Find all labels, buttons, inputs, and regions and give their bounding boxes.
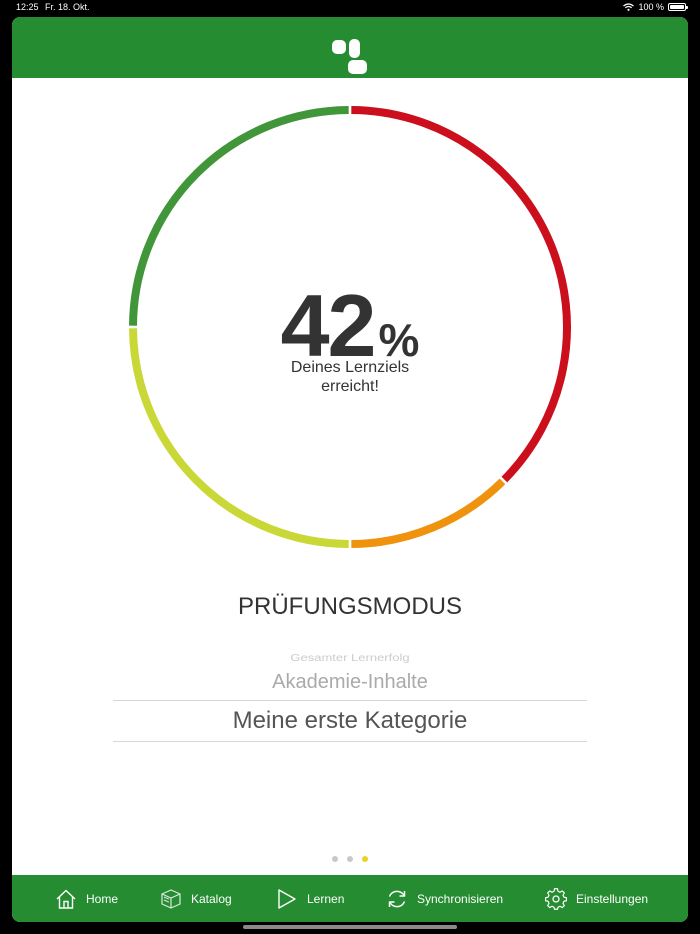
tab-settings[interactable]: Einstellungen xyxy=(545,875,648,922)
page-dot-1[interactable] xyxy=(332,856,338,862)
tab-katalog-label: Katalog xyxy=(191,891,232,906)
tab-bar: Home Katalog Lernen Synchronisieren Eins… xyxy=(12,875,688,922)
app-logo-icon xyxy=(332,39,367,74)
tab-sync-label: Synchronisieren xyxy=(417,891,504,906)
box-icon xyxy=(161,888,181,909)
status-date: Fr. 18. Okt. xyxy=(45,2,90,12)
tab-lernen[interactable]: Lernen xyxy=(276,875,344,922)
sync-icon xyxy=(388,890,406,907)
page-indicator[interactable] xyxy=(12,856,688,862)
caption-line-1: Deines Lernziels xyxy=(290,359,410,376)
status-time: 12:25 xyxy=(16,2,39,12)
picker-option-selected[interactable]: Meine erste Kategorie xyxy=(113,700,587,742)
page-dot-2[interactable] xyxy=(347,856,353,862)
home-indicator[interactable] xyxy=(243,925,457,929)
app-header xyxy=(12,17,688,78)
caption-line-2: erreicht! xyxy=(321,378,379,395)
battery-level: 100 % xyxy=(638,2,664,12)
status-bar: 12:25 Fr. 18. Okt. 100 % xyxy=(0,0,700,16)
picker-option-far[interactable]: Gesamter Lernerfolg xyxy=(113,651,587,665)
app-window: 42% Deines Lernziels erreicht! PRÜFUNGSM… xyxy=(12,17,688,922)
mode-title: PRÜFUNGSMODUS xyxy=(237,593,462,620)
tab-home-label: Home xyxy=(86,891,119,906)
tab-settings-label: Einstellungen xyxy=(576,891,649,906)
tab-katalog[interactable]: Katalog xyxy=(160,875,232,922)
tab-sync[interactable]: Synchronisieren xyxy=(386,875,503,922)
progress-caption: Deines Lernziels erreicht! xyxy=(250,358,450,396)
tab-lernen-label: Lernen xyxy=(307,891,345,906)
category-picker[interactable]: Gesamter Lernerfolg Akademie-Inhalte Mei… xyxy=(113,649,587,742)
picker-option-near[interactable]: Akademie-Inhalte xyxy=(113,670,587,694)
tab-home[interactable]: Home xyxy=(55,875,118,922)
status-right: 100 % xyxy=(623,2,688,12)
play-icon xyxy=(278,888,296,909)
wifi-icon xyxy=(623,3,635,11)
home-icon xyxy=(56,889,76,909)
page-dot-3[interactable] xyxy=(362,856,368,862)
gear-icon xyxy=(545,887,567,910)
battery-icon xyxy=(668,3,688,11)
ring-segment-2 xyxy=(351,478,506,548)
